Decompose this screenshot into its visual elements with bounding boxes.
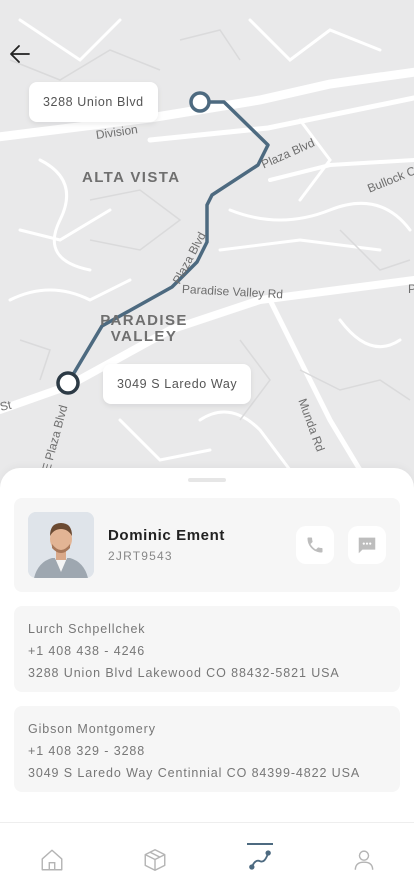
street-label: P bbox=[408, 282, 414, 296]
stop-phone: +1 408 329 - 3288 bbox=[28, 744, 146, 758]
start-address-bubble[interactable]: 3288 Union Blvd bbox=[29, 82, 158, 122]
stop-contact-name: Lurch Schpellchek bbox=[28, 622, 146, 636]
user-icon bbox=[354, 850, 374, 870]
package-icon bbox=[144, 849, 166, 871]
message-button[interactable] bbox=[348, 526, 386, 564]
route-icon bbox=[249, 850, 271, 870]
back-button[interactable] bbox=[8, 42, 38, 72]
driver-name: Dominic Ement bbox=[108, 527, 225, 544]
driver-card: Dominic Ement 2JRT9543 bbox=[14, 498, 400, 592]
driver-id: 2JRT9543 bbox=[108, 549, 173, 563]
phone-icon bbox=[307, 537, 323, 553]
arrow-left-icon bbox=[10, 45, 30, 63]
stop-address: 3288 Union Blvd Lakewood CO 88432-5821 U… bbox=[28, 666, 340, 680]
stop-address: 3049 S Laredo Way Centinnial CO 84399-48… bbox=[28, 766, 361, 780]
route-start-marker bbox=[189, 91, 211, 113]
tab-packages[interactable] bbox=[140, 845, 170, 875]
area-label-alta-vista: ALTA VISTA bbox=[82, 169, 181, 186]
area-label-line: VALLEY bbox=[110, 328, 178, 345]
route-end-marker bbox=[56, 371, 80, 395]
end-address-bubble[interactable]: 3049 S Laredo Way bbox=[103, 364, 252, 404]
area-label-line: PARADISE bbox=[100, 312, 188, 329]
active-tab-indicator bbox=[247, 843, 273, 845]
tab-profile[interactable] bbox=[349, 845, 379, 875]
call-button[interactable] bbox=[296, 526, 334, 564]
home-icon bbox=[41, 849, 63, 871]
driver-photo bbox=[28, 512, 94, 578]
pickup-stop-card[interactable]: Lurch Schpellchek +1 408 438 - 4246 3288… bbox=[14, 606, 400, 692]
area-label-paradise-valley: PARADISE VALLEY bbox=[100, 313, 188, 345]
chat-icon bbox=[358, 537, 376, 554]
bottom-sheet: Dominic Ement 2JRT9543 Lurch Schpellchek… bbox=[0, 468, 414, 824]
tab-route[interactable] bbox=[245, 843, 275, 875]
dropoff-stop-card[interactable]: Gibson Montgomery +1 408 329 - 3288 3049… bbox=[14, 706, 400, 792]
avatar bbox=[28, 512, 94, 578]
tab-home[interactable] bbox=[37, 845, 67, 875]
stop-phone: +1 408 438 - 4246 bbox=[28, 644, 146, 658]
map-view[interactable]: ALTA VISTA PARADISE VALLEY Division Plaz… bbox=[0, 0, 414, 490]
stop-contact-name: Gibson Montgomery bbox=[28, 722, 156, 736]
tab-bar bbox=[0, 822, 414, 896]
drag-handle[interactable] bbox=[188, 478, 226, 482]
